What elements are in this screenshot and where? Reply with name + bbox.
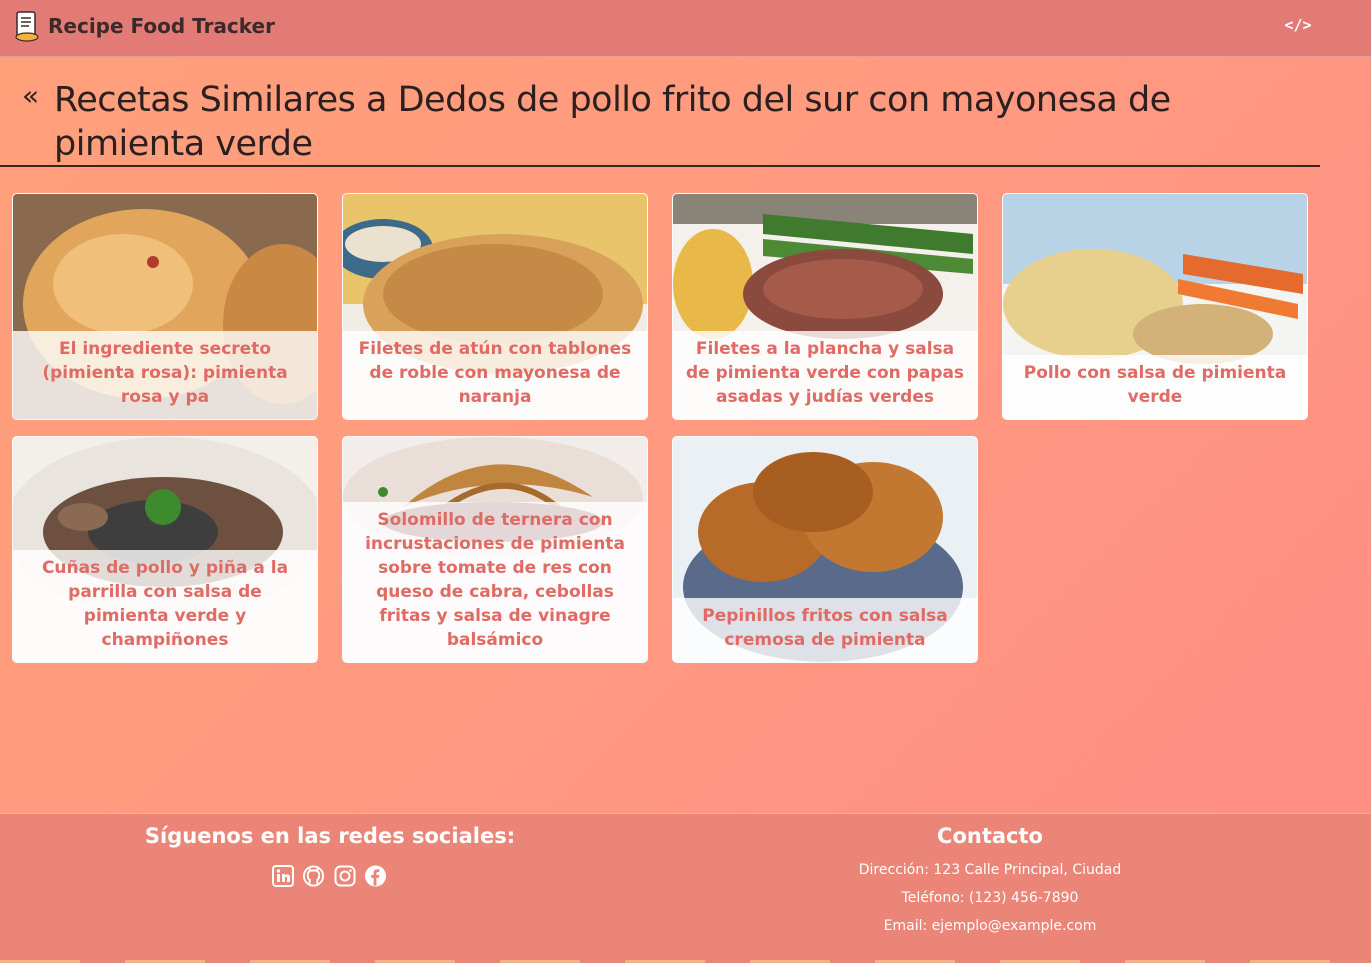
recipe-card[interactable]: Pepinillos fritos con salsa cremosa de p…	[672, 436, 978, 663]
recipe-card[interactable]: Cuñas de pollo y piña a la parrilla con …	[12, 436, 318, 663]
navbar: Recipe Food Tracker </>	[0, 0, 1371, 57]
recipe-card[interactable]: Pollo con salsa de pimienta verde	[1002, 193, 1308, 420]
recipe-card[interactable]: Filetes de atún con tablones de roble co…	[342, 193, 648, 420]
back-button[interactable]: «	[22, 82, 39, 110]
contact-email: Email: ejemplo@example.com	[883, 918, 1097, 934]
recipe-card-title: Cuñas de pollo y piña a la parrilla con …	[13, 550, 317, 662]
recipe-card-title: Filetes a la plancha y salsa de pimienta…	[673, 331, 977, 419]
app-title: Recipe Food Tracker	[48, 14, 275, 38]
recipe-card[interactable]: El ingrediente secreto (pimienta rosa): …	[12, 193, 318, 420]
contact-heading: Contacto	[937, 824, 1043, 848]
recipe-card-title: Pollo con salsa de pimienta verde	[1003, 355, 1307, 419]
linkedin-icon[interactable]	[271, 864, 294, 887]
contact-address: Dirección: 123 Calle Principal, Ciudad	[858, 862, 1122, 878]
recipe-card-title: Filetes de atún con tablones de roble co…	[343, 331, 647, 419]
social-icons	[271, 864, 387, 887]
github-icon[interactable]	[302, 864, 325, 887]
contact-phone: Teléfono: (123) 456-7890	[901, 890, 1079, 906]
brand-link[interactable]: Recipe Food Tracker	[12, 10, 275, 42]
instagram-icon[interactable]	[333, 864, 356, 887]
recipe-card[interactable]: Filetes a la plancha y salsa de pimienta…	[672, 193, 978, 420]
recipe-card-title: Pepinillos fritos con salsa cremosa de p…	[673, 598, 977, 662]
recipe-card-title: Solomillo de ternera con incrustaciones …	[343, 502, 647, 662]
recipe-card-title: El ingrediente secreto (pimienta rosa): …	[13, 331, 317, 419]
facebook-icon[interactable]	[364, 864, 387, 887]
page-title: Recetas Similares a Dedos de pollo frito…	[54, 80, 1171, 164]
recipe-book-logo-icon	[12, 10, 42, 42]
title-divider	[0, 165, 1320, 167]
social-heading: Síguenos en las redes sociales:	[144, 824, 516, 848]
footer: Síguenos en las redes sociales: Contacto…	[0, 813, 1371, 963]
code-icon[interactable]: </>	[1284, 12, 1312, 38]
recipe-card[interactable]: Solomillo de ternera con incrustaciones …	[342, 436, 648, 663]
